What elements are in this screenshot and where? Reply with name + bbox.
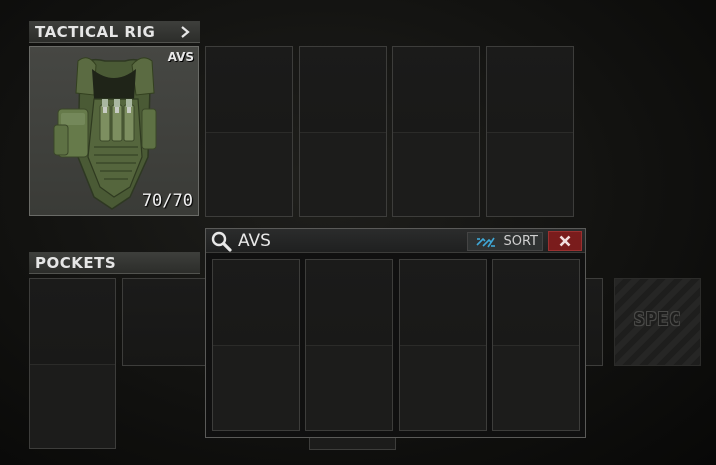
pockets-header: POCKETS <box>29 252 200 274</box>
close-popup-button[interactable] <box>548 231 582 251</box>
rig-grid-cell[interactable] <box>392 46 480 217</box>
pocket-slot[interactable] <box>29 278 116 449</box>
special-slot[interactable]: SPEC <box>614 278 701 366</box>
rig-grid-cell[interactable] <box>299 46 387 217</box>
search-result-cell[interactable] <box>305 259 393 431</box>
search-bar: AVS SORT <box>206 229 585 253</box>
close-icon <box>559 235 571 247</box>
tactical-rig-title: TACTICAL RIG <box>35 22 156 41</box>
hidden-tab-edge <box>309 436 396 450</box>
pocket-slot-partial[interactable] <box>585 278 603 366</box>
search-result-cell[interactable] <box>492 259 580 431</box>
sort-button[interactable]: SORT <box>467 232 543 251</box>
rig-grid-cell[interactable] <box>486 46 574 217</box>
pockets-title: POCKETS <box>35 253 117 272</box>
search-query-text[interactable]: AVS <box>238 231 271 251</box>
rig-capacity-count: 70/70 <box>141 191 193 211</box>
sort-label: SORT <box>503 234 538 249</box>
search-icon <box>211 231 232 252</box>
search-result-cell[interactable] <box>212 259 300 431</box>
pocket-slot[interactable] <box>122 278 209 366</box>
chevron-right-icon[interactable] <box>178 24 192 40</box>
search-result-cell[interactable] <box>399 259 487 431</box>
tactical-rig-slot[interactable]: AVS 70/70 <box>29 46 199 216</box>
rig-grid-cell[interactable] <box>205 46 293 217</box>
tactical-rig-header[interactable]: TACTICAL RIG <box>29 21 200 43</box>
search-popup[interactable]: AVS SORT <box>205 228 586 438</box>
sort-icon <box>476 237 495 248</box>
special-slot-label: SPEC <box>633 309 682 330</box>
rig-item-name: AVS <box>167 50 194 64</box>
